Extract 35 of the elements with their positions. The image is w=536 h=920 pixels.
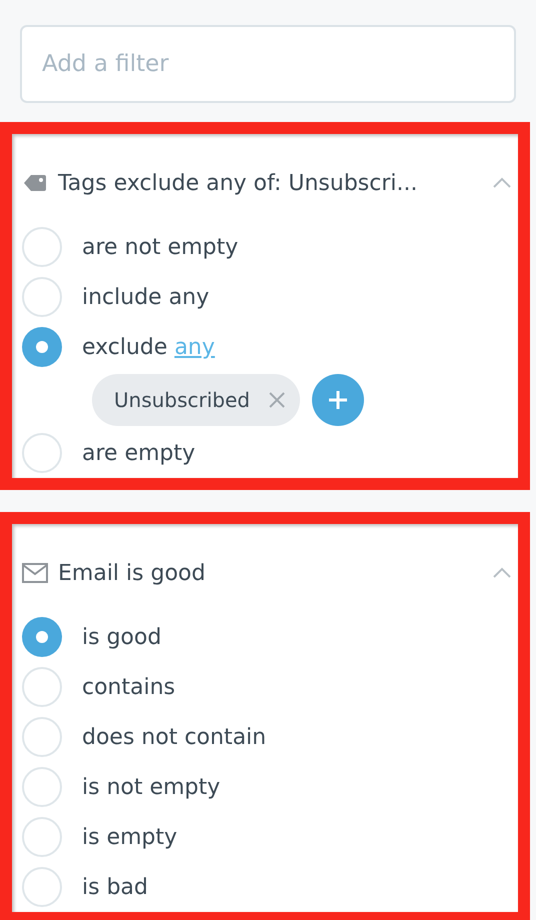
filter-input-field[interactable]: Add a filter bbox=[20, 25, 516, 103]
radio-button[interactable] bbox=[22, 433, 62, 473]
tag-icon bbox=[22, 172, 48, 194]
plus-icon bbox=[327, 389, 349, 411]
radio-button[interactable] bbox=[22, 227, 62, 267]
radio-button[interactable] bbox=[22, 617, 62, 657]
option-label: is bad bbox=[82, 874, 148, 900]
option-label: exclude any bbox=[82, 334, 215, 360]
option-label: are not empty bbox=[82, 234, 238, 260]
close-icon bbox=[268, 391, 286, 409]
remove-button[interactable] bbox=[268, 391, 286, 409]
radio-button[interactable] bbox=[22, 867, 62, 907]
radio-button[interactable] bbox=[22, 717, 62, 757]
option-label: include any bbox=[82, 284, 210, 310]
chip-label: Unsubscribed bbox=[114, 388, 250, 412]
any-link[interactable]: any bbox=[174, 334, 215, 360]
radio-button[interactable] bbox=[22, 327, 62, 367]
collapse-button[interactable] bbox=[492, 177, 512, 189]
radio-button[interactable] bbox=[22, 767, 62, 807]
envelope-icon bbox=[22, 563, 48, 583]
option-label: does not contain bbox=[82, 724, 266, 750]
radio-button[interactable] bbox=[22, 817, 62, 857]
option-label: are empty bbox=[82, 440, 196, 466]
radio-button[interactable] bbox=[22, 277, 62, 317]
option-label: is empty bbox=[82, 824, 178, 850]
collapse-button[interactable] bbox=[492, 567, 512, 579]
chevron-icon bbox=[492, 177, 512, 189]
option-label: is not empty bbox=[82, 774, 220, 800]
filter-title: Email is good bbox=[58, 560, 206, 586]
filter-title: Tags exclude any of: Unsubscri... bbox=[58, 170, 418, 196]
option-label: contains bbox=[82, 674, 176, 700]
radio-button[interactable] bbox=[22, 667, 62, 707]
chevron-icon bbox=[492, 567, 512, 579]
option-label: is good bbox=[82, 624, 162, 650]
add-button[interactable] bbox=[312, 374, 364, 426]
